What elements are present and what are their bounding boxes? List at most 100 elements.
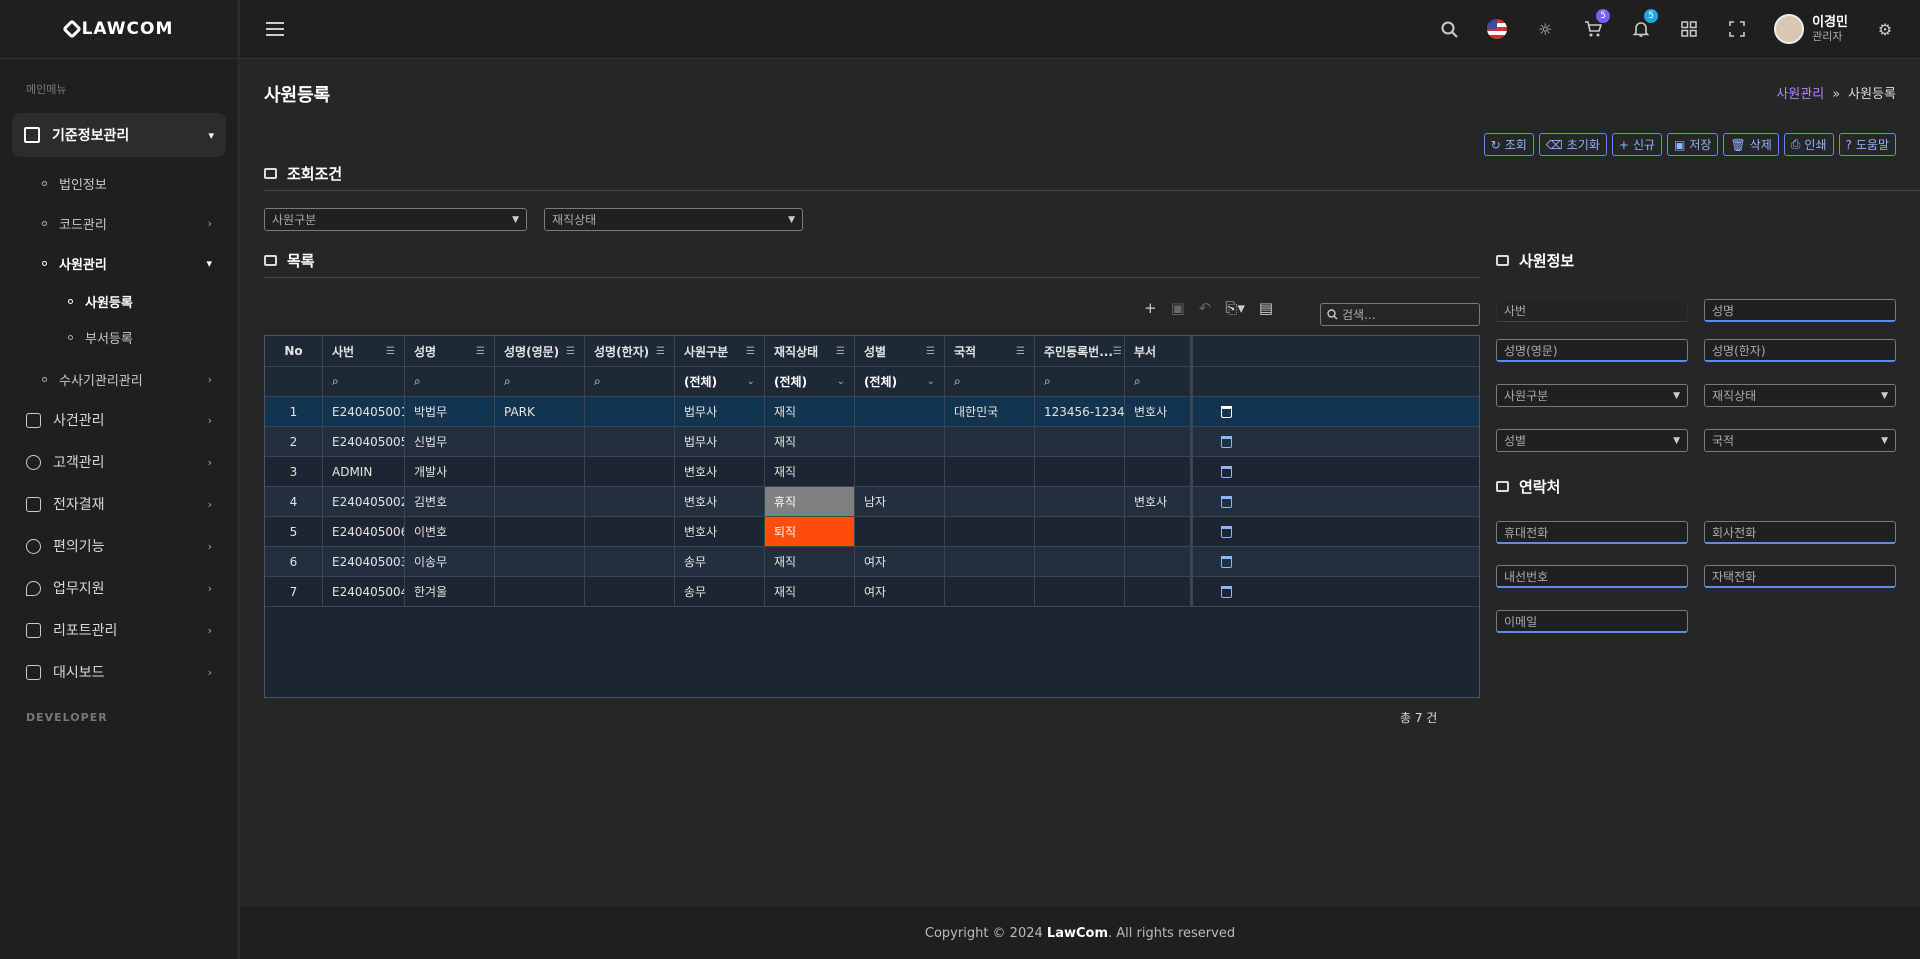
cell-emp-no[interactable]: E240405004 [323,577,405,606]
name-hanja-field[interactable]: 성명(한자) [1704,339,1896,362]
sidebar-item-case-mgmt[interactable]: 사건관리 › [0,399,238,441]
cell-dept[interactable] [1125,547,1193,576]
sidebar-item-investigation[interactable]: 수사기관리관리 › [0,359,238,399]
filter-search-emp-no[interactable]: ⌕ [323,367,405,396]
print-button[interactable]: ⎙ 인쇄 [1783,133,1834,156]
save-row-icon[interactable]: ▣ [1171,299,1185,317]
cell-gender[interactable] [855,517,945,546]
table-row[interactable]: 1E240405001박법무PARK 법무사재직 대한민국123456-12345.… [265,397,1479,427]
col-header-no[interactable]: No [265,336,323,366]
filter-icon[interactable]: ☰ [746,346,755,357]
cell-emp-no[interactable]: E240405002 [323,487,405,516]
cell-nation[interactable] [945,457,1035,486]
cell-dept[interactable] [1125,427,1193,456]
cell-name-en[interactable] [495,457,585,486]
cell-name[interactable]: 박법무 [405,397,495,426]
undo-icon[interactable]: ↶ [1199,299,1212,317]
cell-no[interactable]: 2 [265,427,323,456]
cell-no[interactable]: 4 [265,487,323,516]
delete-row-button[interactable] [1193,577,1259,606]
delete-button[interactable]: 🗑 삭제 [1723,133,1779,156]
cell-status[interactable]: 휴직 [765,487,855,516]
cell-status[interactable]: 재직 [765,427,855,456]
cell-nation[interactable] [945,547,1035,576]
cell-nation[interactable]: 대한민국 [945,397,1035,426]
user-menu[interactable]: 이경민 관리자 [1774,14,1848,44]
theme-sun-icon[interactable]: ☼ [1534,18,1556,40]
company-phone-field[interactable]: 회사전화 [1704,521,1896,544]
cell-name-hanja[interactable] [585,487,675,516]
cell-status[interactable]: 퇴직 [765,517,855,546]
cell-emp-no[interactable]: ADMIN [323,457,405,486]
cell-no[interactable]: 5 [265,517,323,546]
gender-select[interactable]: 성별 ▼ [1496,429,1688,452]
help-button[interactable]: ? 도움말 [1838,133,1896,156]
cell-rrn[interactable] [1035,457,1125,486]
col-header-gender[interactable]: 성별 ☰ [855,336,945,366]
reset-button[interactable]: ⌫ 초기화 [1538,133,1607,156]
cell-no[interactable]: 3 [265,457,323,486]
cell-nation[interactable] [945,517,1035,546]
table-row[interactable]: 7 E240405004 한겨울 송무 재직 여자 [265,577,1479,607]
cell-gender[interactable] [855,427,945,456]
col-header-emp-type[interactable]: 사원구분 ☰ [675,336,765,366]
cell-rrn[interactable] [1035,427,1125,456]
cart-icon[interactable]: 5 [1582,9,1611,40]
filter-icon[interactable]: ☰ [926,346,935,357]
cell-dept[interactable]: 변호사 [1125,487,1193,516]
grid-search-input[interactable]: 검색... [1320,303,1480,326]
cell-dept[interactable] [1125,577,1193,606]
cell-rrn[interactable]: 123456-12345... [1035,397,1125,426]
sidebar-item-work-support[interactable]: 업무지원 › [0,567,238,609]
delete-row-button[interactable] [1193,457,1259,486]
apps-grid-icon[interactable] [1678,18,1700,40]
search-button[interactable]: ↻ 조회 [1483,133,1534,156]
cell-gender[interactable] [855,457,945,486]
cell-dept[interactable] [1125,457,1193,486]
filter-search-dept[interactable]: ⌕ [1125,367,1193,396]
col-header-name-en[interactable]: 성명(영문) ☰ [495,336,585,366]
table-row[interactable]: 6 E240405003 이송무 송무 재직 여자 [265,547,1479,577]
delete-row-button[interactable] [1193,427,1259,456]
home-phone-field[interactable]: 자택전화 [1704,565,1896,588]
add-row-icon[interactable]: + [1144,299,1157,317]
cell-name[interactable]: 한겨울 [405,577,495,606]
cell-gender[interactable]: 여자 [855,547,945,576]
filter-icon[interactable]: ☰ [656,346,665,357]
cell-emp-no[interactable]: E240405006 [323,517,405,546]
cell-name[interactable]: 김변호 [405,487,495,516]
name-field[interactable]: 성명 [1704,299,1896,322]
gear-icon[interactable]: ⚙ [1874,18,1896,40]
logo[interactable]: LAWCOM [0,0,238,59]
filter-search-name[interactable]: ⌕ [405,367,495,396]
cell-emp-type[interactable]: 변호사 [675,487,765,516]
cell-name-en[interactable] [495,427,585,456]
filter-search-nation[interactable]: ⌕ [945,367,1035,396]
export-icon[interactable]: ⎘▾ [1225,299,1245,317]
breadcrumb-parent[interactable]: 사원관리 [1776,87,1824,102]
sidebar-item-dashboard[interactable]: 대시보드 › [0,651,238,693]
sidebar-item-convenience[interactable]: 편의기능 › [0,525,238,567]
filter-search-rrn[interactable]: ⌕ [1035,367,1125,396]
filter-select-emp-type[interactable]: (전체) ⌄ [675,367,765,396]
email-field[interactable]: 이메일 [1496,610,1688,633]
filter-icon[interactable]: ☰ [566,346,575,357]
save-button[interactable]: ▣ 저장 [1667,133,1719,156]
col-header-nation[interactable]: 국적 ☰ [945,336,1035,366]
cell-gender[interactable] [855,397,945,426]
cell-rrn[interactable] [1035,517,1125,546]
filter-select-status[interactable]: (전체) ⌄ [765,367,855,396]
mobile-field[interactable]: 휴대전화 [1496,521,1688,544]
cell-rrn[interactable] [1035,487,1125,516]
cell-emp-type[interactable]: 송무 [675,547,765,576]
cell-emp-type[interactable]: 법무사 [675,397,765,426]
cell-name[interactable]: 신법무 [405,427,495,456]
cell-no[interactable]: 6 [265,547,323,576]
filter-select-gender[interactable]: (전체) ⌄ [855,367,945,396]
cell-nation[interactable] [945,427,1035,456]
delete-row-button[interactable] [1193,397,1259,426]
delete-row-button[interactable] [1193,517,1259,546]
col-header-emp-no[interactable]: 사번 ☰ [323,336,405,366]
hamburger-icon[interactable] [266,22,284,36]
status-select[interactable]: 재직상태 ▼ [544,208,803,231]
